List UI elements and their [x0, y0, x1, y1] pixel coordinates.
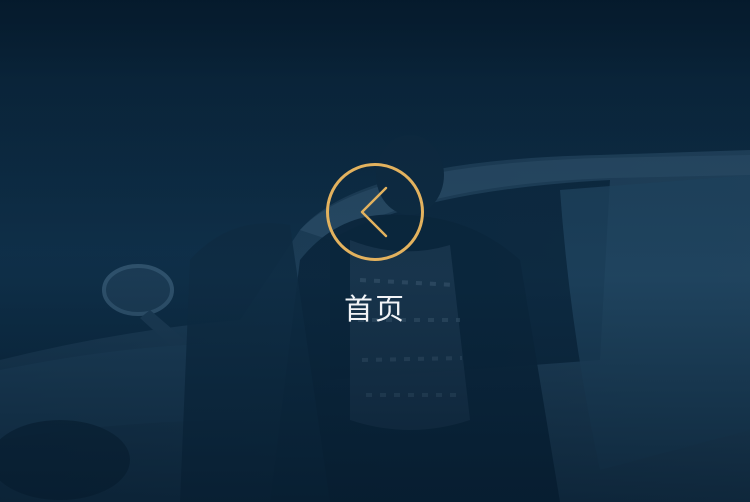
home-back-button[interactable] [326, 163, 424, 261]
chevron-left-icon [360, 186, 388, 238]
home-label[interactable]: 首页 [325, 286, 425, 328]
